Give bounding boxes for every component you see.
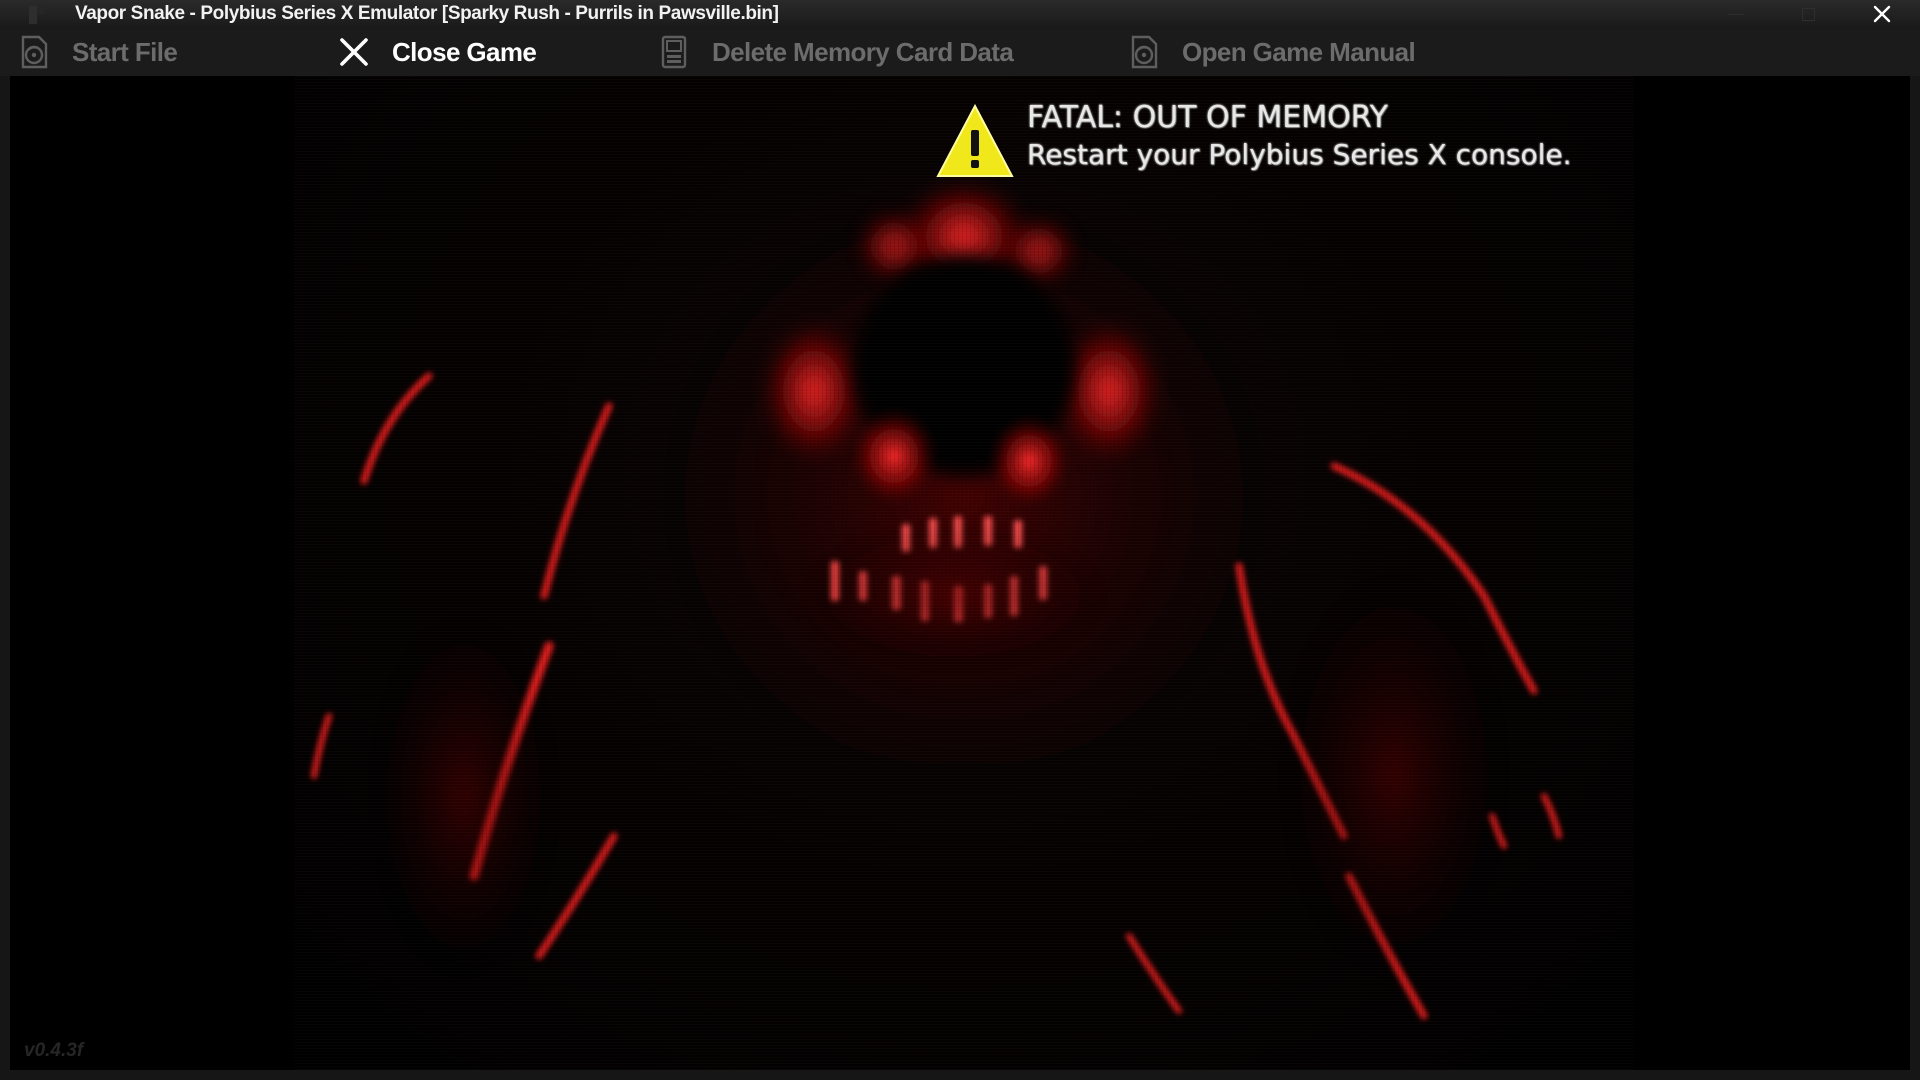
- error-title: FATAL: OUT OF MEMORY: [1027, 100, 1388, 135]
- emulator-window: Vapor Snake - Polybius Series X Emulator…: [0, 0, 1920, 1080]
- creature-image: [311, 176, 1562, 1020]
- maximize-icon: [1801, 7, 1815, 21]
- open-game-manual-button[interactable]: Open Game Manual: [1128, 28, 1416, 76]
- error-subtitle: Restart your Polybius Series X console.: [1027, 138, 1572, 171]
- window-title: Vapor Snake - Polybius Series X Emulator…: [75, 3, 779, 24]
- start-file-button[interactable]: Start File: [18, 28, 178, 76]
- close-window-button[interactable]: [1862, 0, 1902, 28]
- toolbar: Start File Close Game Delete Memory Card…: [0, 28, 1920, 76]
- delete-memory-card-label: Delete Memory Card Data: [712, 36, 1014, 67]
- version-label: v0.4.3f: [24, 1040, 84, 1061]
- error-message: FATAL: OUT OF MEMORY Restart your Polybi…: [935, 98, 1635, 188]
- disc-file-icon: [18, 35, 50, 69]
- game-viewport[interactable]: FATAL: OUT OF MEMORY Restart your Polybi…: [10, 76, 1910, 1070]
- x-icon: [338, 35, 370, 69]
- delete-memory-card-button[interactable]: Delete Memory Card Data: [658, 28, 1014, 76]
- warning-triangle-icon: [936, 103, 1014, 177]
- close-game-label: Close Game: [392, 36, 537, 67]
- gamepad-icon: [29, 4, 44, 24]
- manual-disc-icon: [1128, 35, 1160, 69]
- title-bar[interactable]: Vapor Snake - Polybius Series X Emulator…: [0, 0, 1920, 28]
- memory-card-icon: [658, 35, 690, 69]
- open-game-manual-label: Open Game Manual: [1182, 36, 1416, 67]
- maximize-button[interactable]: [1788, 0, 1828, 28]
- close-icon: [1873, 5, 1891, 23]
- minimize-icon: [1728, 13, 1744, 15]
- minimize-button[interactable]: [1716, 0, 1756, 28]
- close-game-button[interactable]: Close Game: [338, 28, 537, 76]
- window-bottom-border: [0, 1070, 1920, 1080]
- start-file-label: Start File: [72, 36, 178, 67]
- game-scene: [294, 76, 1634, 1070]
